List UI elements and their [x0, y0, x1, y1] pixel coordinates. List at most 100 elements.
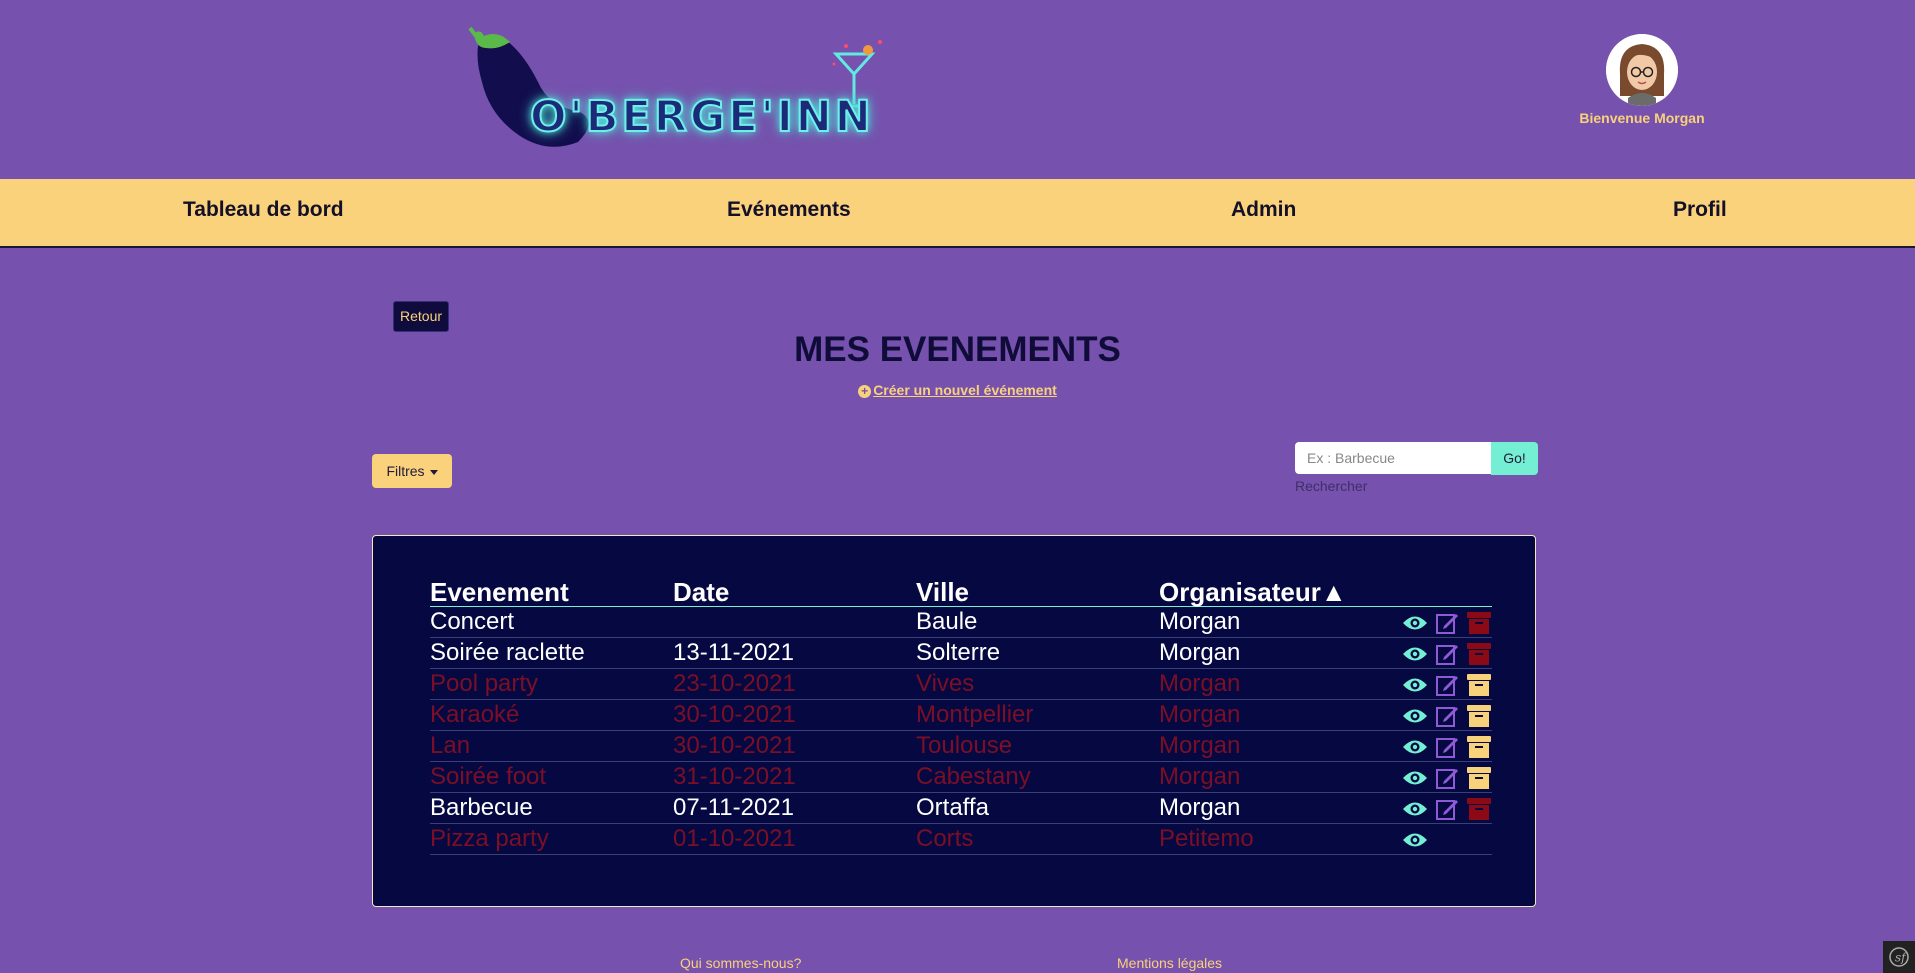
event-date-cell: 30-10-2021 [673, 732, 796, 759]
eye-icon[interactable] [1402, 767, 1428, 789]
eye-icon[interactable] [1402, 829, 1428, 851]
header-actions [1402, 578, 1492, 606]
site-header: O'BERGE'INN Bienvenue Morgan [0, 0, 1915, 178]
archive-icon[interactable] [1466, 611, 1492, 634]
filters-label: Filtres [386, 463, 425, 479]
event-date-cell: 30-10-2021 [673, 701, 796, 728]
symfony-debug-icon[interactable]: sf [1883, 941, 1915, 973]
header-date[interactable]: Date [673, 578, 916, 606]
unarchive-icon[interactable] [1466, 704, 1492, 727]
event-city-cell: Ortaffa [916, 794, 989, 821]
footer-link-about[interactable]: Qui sommes-nous? [680, 955, 801, 971]
filters-dropdown-button[interactable]: Filtres [372, 454, 452, 488]
event-organizer-cell: Morgan [1159, 794, 1241, 821]
event-city-cell: Corts [916, 825, 974, 852]
table-row: Soirée foot 31-10-2021 Cabestany Morgan [430, 762, 1492, 793]
eye-icon[interactable] [1402, 798, 1428, 820]
avatar[interactable] [1606, 34, 1678, 106]
event-organizer-cell: Morgan [1159, 639, 1241, 666]
symfony-icon: sf [1889, 947, 1909, 967]
events-table: Evenement Date Ville Organisateur▲ Conce… [430, 578, 1492, 855]
page-title: MES EVENEMENTS [794, 330, 1121, 369]
eye-icon[interactable] [1402, 736, 1428, 758]
events-panel: Evenement Date Ville Organisateur▲ Conce… [372, 535, 1536, 907]
eye-icon[interactable] [1402, 705, 1428, 727]
event-organizer-cell: Morgan [1159, 763, 1241, 790]
table-row: Lan 30-10-2021 Toulouse Morgan [430, 731, 1492, 762]
nav-item-events[interactable]: Evénements [727, 190, 851, 230]
event-organizer-cell: Petitemo [1159, 825, 1254, 852]
row-actions [1402, 607, 1492, 637]
eye-icon[interactable] [1402, 674, 1428, 696]
search-go-button[interactable]: Go! [1491, 442, 1538, 475]
event-city-cell: Cabestany [916, 763, 1031, 790]
event-name-cell: Karaoké [430, 701, 520, 728]
row-actions [1402, 700, 1492, 730]
edit-icon[interactable] [1434, 674, 1460, 696]
event-organizer-cell: Morgan [1159, 670, 1241, 697]
caret-down-icon [429, 469, 438, 475]
table-row: Concert Baule Morgan [430, 607, 1492, 638]
plus-circle-icon: + [858, 385, 872, 398]
row-actions [1402, 793, 1492, 823]
user-avatar-icon [1606, 34, 1678, 106]
event-city-cell: Solterre [916, 639, 1001, 666]
unarchive-icon[interactable] [1466, 735, 1492, 758]
event-name-cell: Concert [430, 608, 515, 635]
search-input[interactable] [1295, 442, 1491, 474]
event-name-cell: Soirée foot [430, 763, 547, 790]
row-actions [1402, 638, 1492, 668]
archive-icon[interactable] [1466, 642, 1492, 665]
row-actions [1402, 669, 1492, 699]
event-name-cell: Pizza party [430, 825, 549, 852]
event-name-cell: Pool party [430, 670, 539, 697]
table-row: Pizza party 01-10-2021 Corts Petitemo [430, 824, 1492, 855]
edit-icon[interactable] [1434, 612, 1460, 634]
row-actions [1402, 762, 1492, 792]
event-name-cell: Soirée raclette [430, 639, 585, 666]
event-city-cell: Baule [916, 608, 978, 635]
row-actions [1402, 824, 1492, 854]
logo-text: O'BERGE'INN [529, 91, 874, 143]
edit-icon[interactable] [1434, 767, 1460, 789]
unarchive-icon[interactable] [1466, 673, 1492, 696]
edit-icon[interactable] [1434, 798, 1460, 820]
welcome-text: Bienvenue Morgan [1579, 110, 1705, 126]
edit-icon[interactable] [1434, 643, 1460, 665]
event-organizer-cell: Morgan [1159, 732, 1241, 759]
event-name-cell: Barbecue [430, 794, 533, 821]
header-city[interactable]: Ville [916, 578, 1159, 606]
search-label: Rechercher [1295, 478, 1368, 494]
event-date-cell: 23-10-2021 [673, 670, 796, 697]
event-date-cell: 07-11-2021 [673, 794, 794, 821]
table-row: Barbecue 07-11-2021 Ortaffa Morgan [430, 793, 1492, 824]
unarchive-icon[interactable] [1466, 766, 1492, 789]
header-organizer[interactable]: Organisateur▲ [1159, 578, 1402, 606]
create-event-label: Créer un nouvel événement [873, 382, 1057, 398]
site-logo[interactable]: O'BERGE'INN [468, 26, 908, 156]
nav-item-dashboard[interactable]: Tableau de bord [183, 190, 344, 230]
table-row: Soirée raclette 13-11-2021 Solterre Morgan [430, 638, 1492, 669]
footer-link-legal[interactable]: Mentions légales [1117, 955, 1222, 971]
back-button[interactable]: Retour [393, 301, 450, 332]
eye-icon[interactable] [1402, 643, 1428, 665]
edit-icon[interactable] [1434, 736, 1460, 758]
eye-icon[interactable] [1402, 612, 1428, 634]
row-actions [1402, 731, 1492, 761]
edit-icon[interactable] [1434, 705, 1460, 727]
event-city-cell: Montpellier [916, 701, 1034, 728]
table-row: Pool party 23-10-2021 Vives Morgan [430, 669, 1492, 700]
table-header-row: Evenement Date Ville Organisateur▲ [430, 578, 1492, 607]
event-date-cell: 01-10-2021 [673, 825, 796, 852]
archive-icon[interactable] [1466, 797, 1492, 820]
table-body: Concert Baule Morgan Soirée raclette 13-11-2… [430, 607, 1492, 855]
user-badge[interactable]: Bienvenue Morgan [1560, 34, 1724, 126]
nav-item-admin[interactable]: Admin [1231, 190, 1296, 230]
event-date-cell: 31-10-2021 [673, 763, 796, 790]
create-event-link[interactable]: + Créer un nouvel événement [0, 382, 1915, 398]
nav-item-profile[interactable]: Profil [1673, 190, 1727, 230]
event-organizer-cell: Morgan [1159, 608, 1241, 635]
event-city-cell: Toulouse [916, 732, 1013, 759]
table-row: Karaoké 30-10-2021 Montpellier Morgan [430, 700, 1492, 731]
header-event[interactable]: Evenement [430, 578, 673, 606]
